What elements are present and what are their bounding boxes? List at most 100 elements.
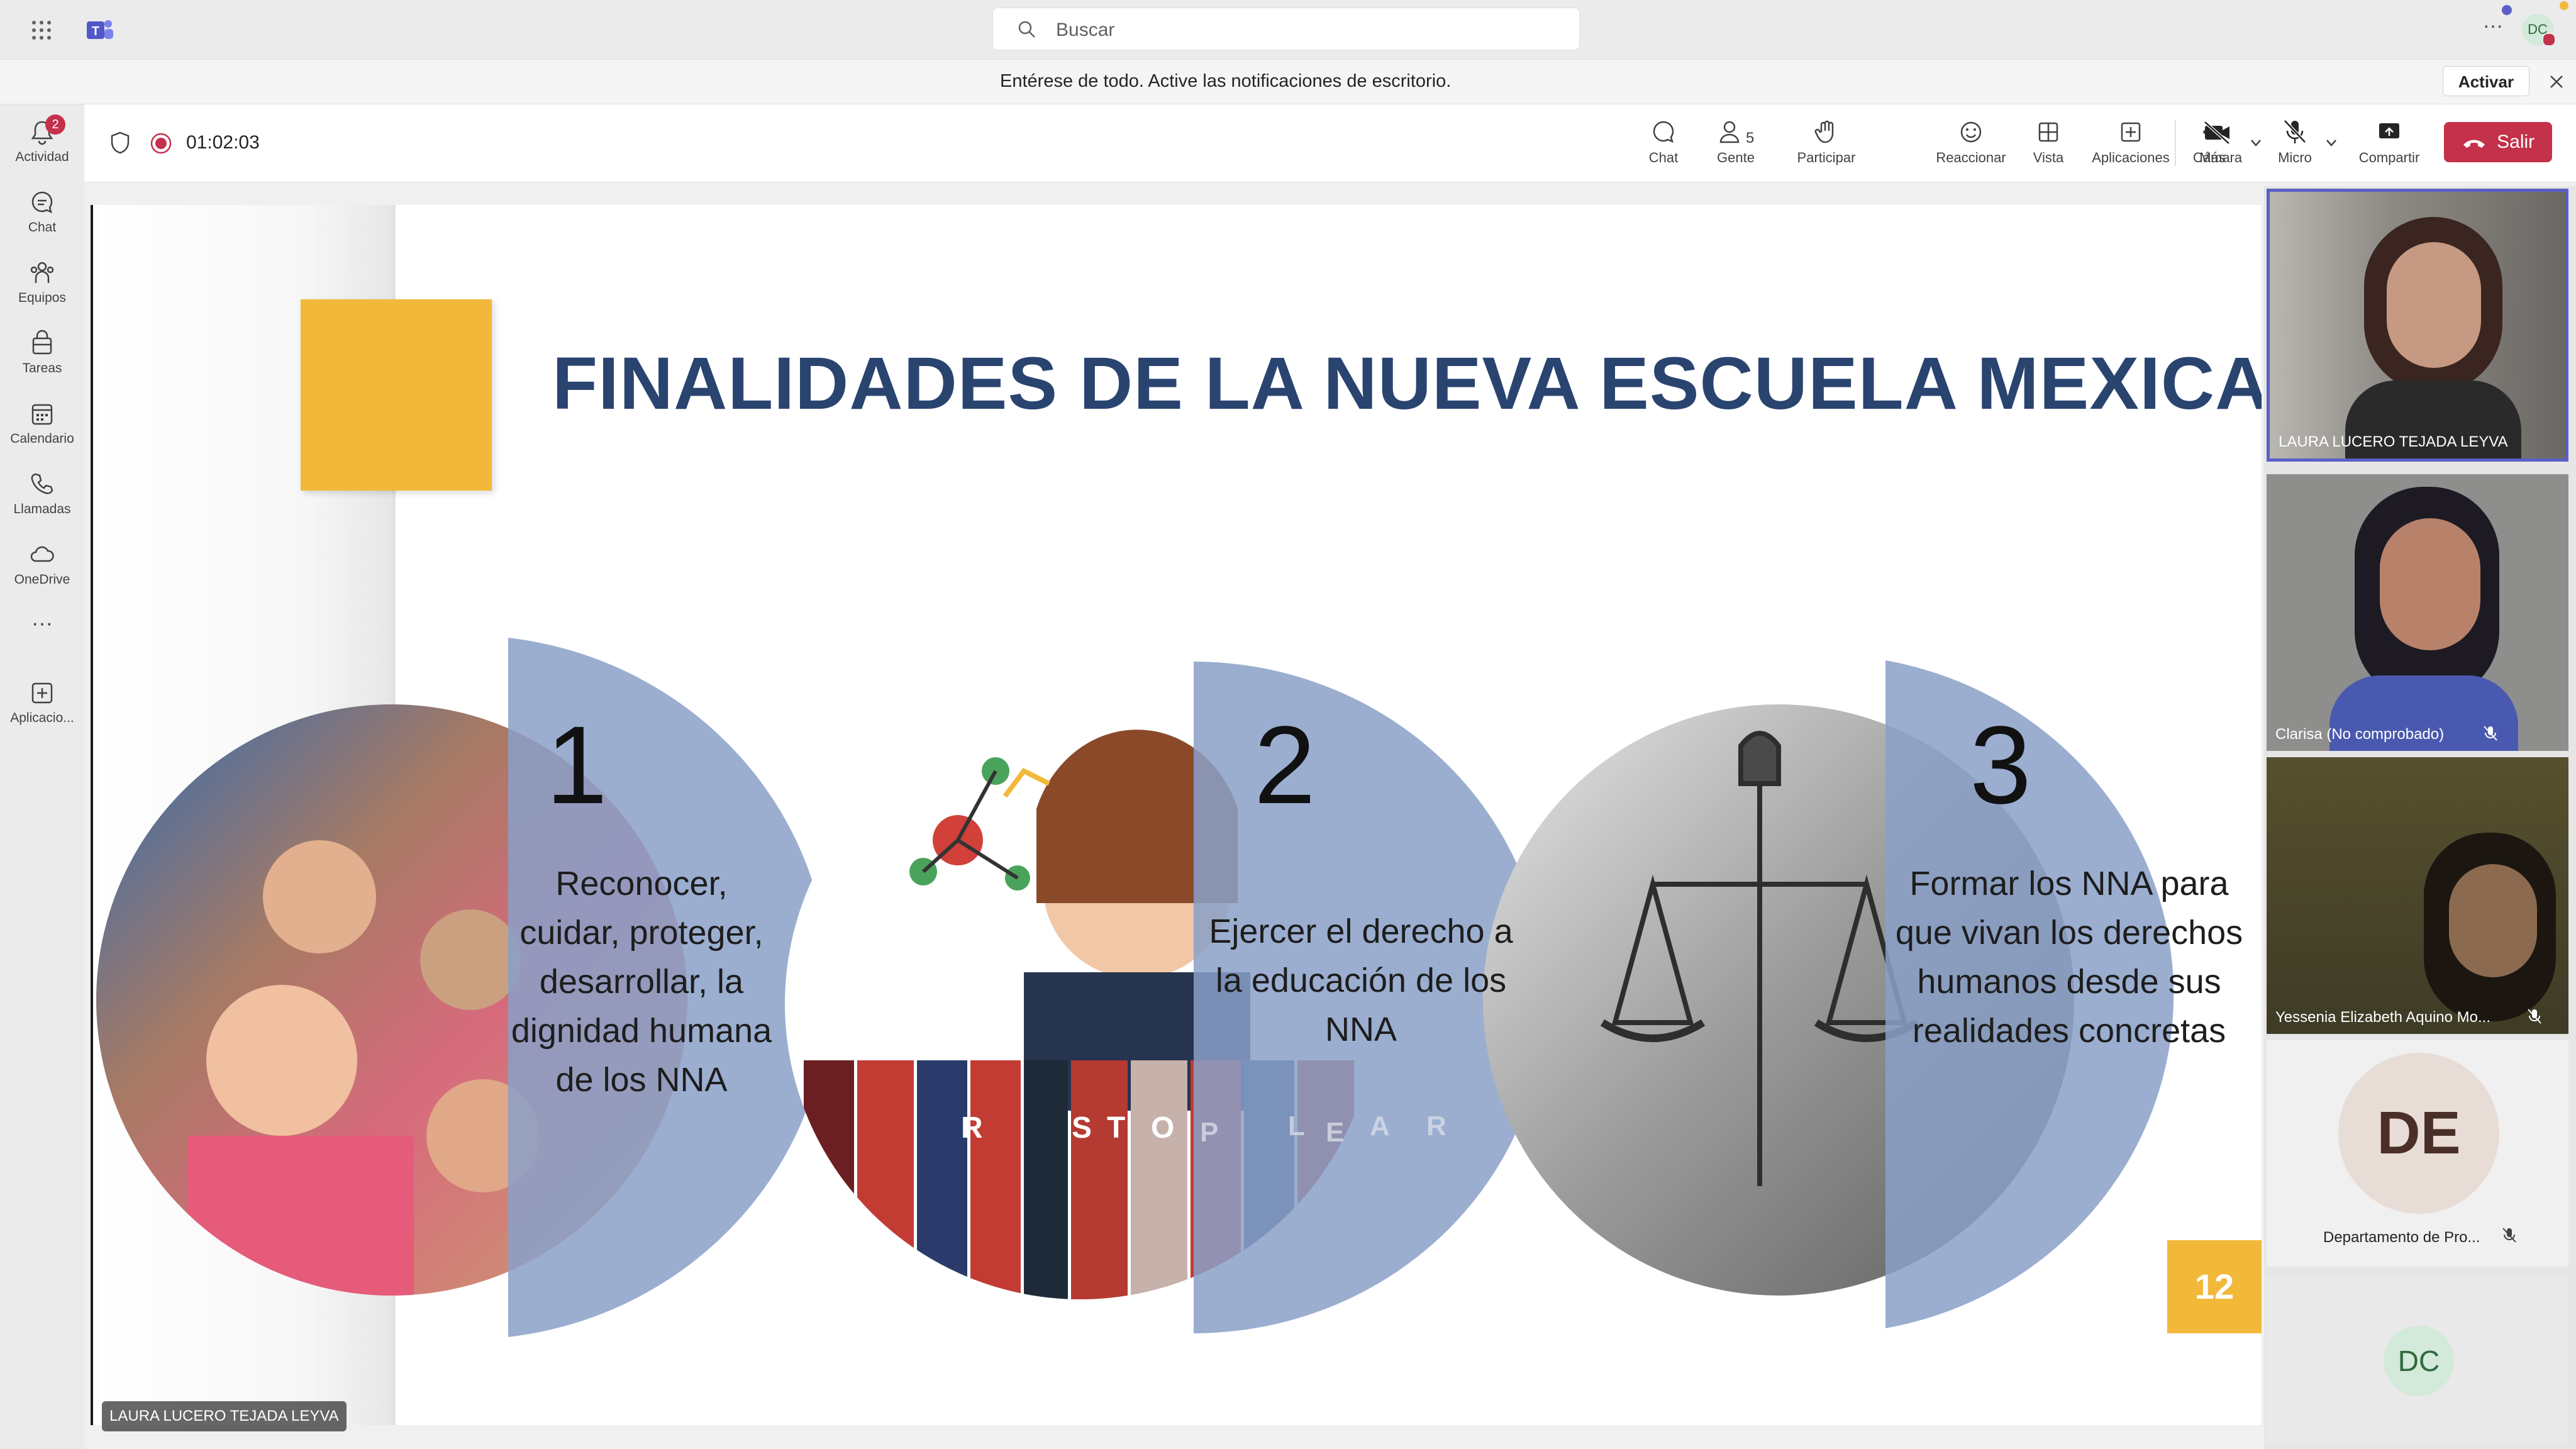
participant-tile[interactable]: Clarisa (No comprobado) xyxy=(2267,474,2568,751)
top-bar: T Buscar ··· DC xyxy=(0,0,2576,59)
app-rail: Actividad 2 Chat Equipos Tareas Calendar… xyxy=(0,104,84,1449)
react-button[interactable]: Reaccionar xyxy=(1927,118,2015,166)
share-screen-icon xyxy=(2379,123,2399,138)
status-dot xyxy=(2560,1,2568,10)
item-1-number: 1 xyxy=(546,704,608,827)
rail-item-teams[interactable]: Equipos xyxy=(0,259,84,306)
emoji-icon xyxy=(1960,121,1982,143)
book-letter: P xyxy=(1200,1117,1219,1148)
add-apps-icon xyxy=(31,682,53,704)
participant-name: LAURA LUCERO TEJADA LEYVA xyxy=(2279,433,2508,450)
shield-icon xyxy=(111,131,130,154)
rail-item-activity[interactable]: Actividad 2 xyxy=(0,114,84,165)
meeting-timer: 01:02:03 xyxy=(186,132,260,153)
raise-hand-button[interactable]: Participar xyxy=(1770,118,1883,166)
rail-more-button[interactable]: ··· xyxy=(0,611,84,636)
rail-item-label: Calendario xyxy=(10,431,74,446)
camera-off-icon xyxy=(2204,121,2230,145)
chevron-down-icon[interactable] xyxy=(2324,136,2338,150)
mic-off-icon xyxy=(2502,1228,2516,1243)
participant-tile-active-speaker[interactable]: LAURA LUCERO TEJADA LEYVA xyxy=(2267,189,2568,462)
search-input[interactable]: Buscar xyxy=(992,8,1580,50)
participant-name: Departamento de Pro... xyxy=(2323,1229,2480,1246)
apps-button[interactable]: Aplicaciones xyxy=(2082,118,2180,166)
people-button[interactable]: 5 Gente xyxy=(1704,118,1767,166)
share-button[interactable]: Compartir xyxy=(2348,118,2430,166)
participant-tile[interactable]: DE Departamento de Pro... xyxy=(2267,1040,2568,1267)
item-3-number: 3 xyxy=(1970,704,2031,827)
rail-item-label: OneDrive xyxy=(14,572,70,587)
grid-view-icon xyxy=(2038,122,2058,142)
rail-item-calls[interactable]: Llamadas xyxy=(0,470,84,517)
rail-item-calendar[interactable]: Calendario xyxy=(0,400,84,447)
book-letter: O xyxy=(1151,1111,1175,1145)
mic-off-icon xyxy=(2484,726,2497,741)
hand-icon xyxy=(1814,120,1834,143)
book-letter: L xyxy=(1288,1111,1305,1141)
participant-name: Yessenia Elizabeth Aquino Mo... xyxy=(2275,1009,2491,1026)
slide-graphics xyxy=(96,638,2174,1337)
rail-item-label: Equipos xyxy=(18,291,66,305)
activity-badge: 2 xyxy=(45,114,65,135)
book-letter: T xyxy=(1107,1111,1126,1145)
rail-item-onedrive[interactable]: OneDrive xyxy=(0,541,84,587)
rail-item-label: Llamadas xyxy=(13,502,71,516)
notification-dot xyxy=(2502,5,2512,15)
camera-label: Cámara xyxy=(2192,150,2243,165)
chat-button[interactable]: Chat xyxy=(1635,118,1692,166)
item-2-text: Ejercer el derecho a la educación de los… xyxy=(1209,913,1513,1048)
participant-avatar: DC xyxy=(2384,1326,2454,1396)
calendar-icon xyxy=(31,404,53,425)
meeting-toolbar: 01:02:03 Chat 5 Gente Participar Reaccio… xyxy=(84,104,2576,182)
participant-tile-self[interactable]: DC xyxy=(2267,1275,2568,1445)
item-1-text: Reconocer, cuidar, proteger, desarrollar… xyxy=(511,865,772,1099)
rail-item-apps[interactable]: Aplicacio... xyxy=(0,679,84,726)
search-placeholder: Buscar xyxy=(1056,19,1115,40)
notification-text: Entérese de todo. Active las notificacio… xyxy=(1000,71,1452,91)
video-feed-face xyxy=(2387,242,2481,368)
apps-label: Aplicaciones xyxy=(2092,150,2170,165)
search-icon xyxy=(1018,21,1035,38)
add-apps-icon xyxy=(2121,122,2141,142)
mic-off-icon xyxy=(2528,1009,2541,1024)
leave-button[interactable]: Salir xyxy=(2444,122,2552,162)
rail-item-chat[interactable]: Chat xyxy=(0,189,84,235)
slide-page-number: 12 xyxy=(2167,1240,2262,1333)
view-button[interactable]: Vista xyxy=(2020,118,2077,166)
close-icon[interactable] xyxy=(2548,74,2565,90)
app-launcher-icon[interactable] xyxy=(30,19,53,42)
activate-notifications-button[interactable]: Activar xyxy=(2443,66,2529,96)
notification-bar: Entérese de todo. Active las notificacio… xyxy=(0,59,2576,104)
teams-logo-icon: T xyxy=(87,20,113,39)
chat-button-label: Chat xyxy=(1648,150,1679,165)
book-letter: R xyxy=(961,1111,983,1145)
teams-icon xyxy=(30,262,54,283)
chat-icon xyxy=(31,191,53,214)
rail-item-label: Tareas xyxy=(22,361,62,375)
cloud-icon xyxy=(30,546,54,562)
raise-hand-label: Participar xyxy=(1797,150,1856,165)
presenter-name-tag: LAURA LUCERO TEJADA LEYVA xyxy=(102,1401,347,1431)
share-label: Compartir xyxy=(2358,150,2420,165)
book-letter: A xyxy=(1370,1111,1390,1141)
camera-button[interactable]: Cámara xyxy=(2189,118,2246,166)
book-letter: S xyxy=(1072,1111,1092,1145)
chat-icon xyxy=(1653,121,1674,143)
recording-icon xyxy=(150,133,172,154)
people-button-label: Gente xyxy=(1717,150,1755,165)
react-label: Reaccionar xyxy=(1936,150,2006,165)
hang-up-icon xyxy=(2463,140,2485,148)
item-3-text: Formar los NNA para que vivan los derech… xyxy=(1895,865,2243,1050)
view-label: Vista xyxy=(2033,150,2064,165)
participant-tile[interactable]: Yessenia Elizabeth Aquino Mo... xyxy=(2267,757,2568,1034)
presence-badge xyxy=(2542,33,2556,47)
rail-item-label: Aplicacio... xyxy=(10,711,74,725)
settings-more-button[interactable]: ··· xyxy=(2483,14,2503,37)
video-feed-face xyxy=(2449,864,2537,977)
chevron-down-icon[interactable] xyxy=(2249,136,2263,150)
phone-icon xyxy=(31,473,53,494)
book-letter: R xyxy=(1426,1111,1446,1141)
rail-item-tasks[interactable]: Tareas xyxy=(0,330,84,376)
mic-button[interactable]: Micro xyxy=(2267,118,2323,166)
people-count: 5 xyxy=(1746,130,1755,147)
